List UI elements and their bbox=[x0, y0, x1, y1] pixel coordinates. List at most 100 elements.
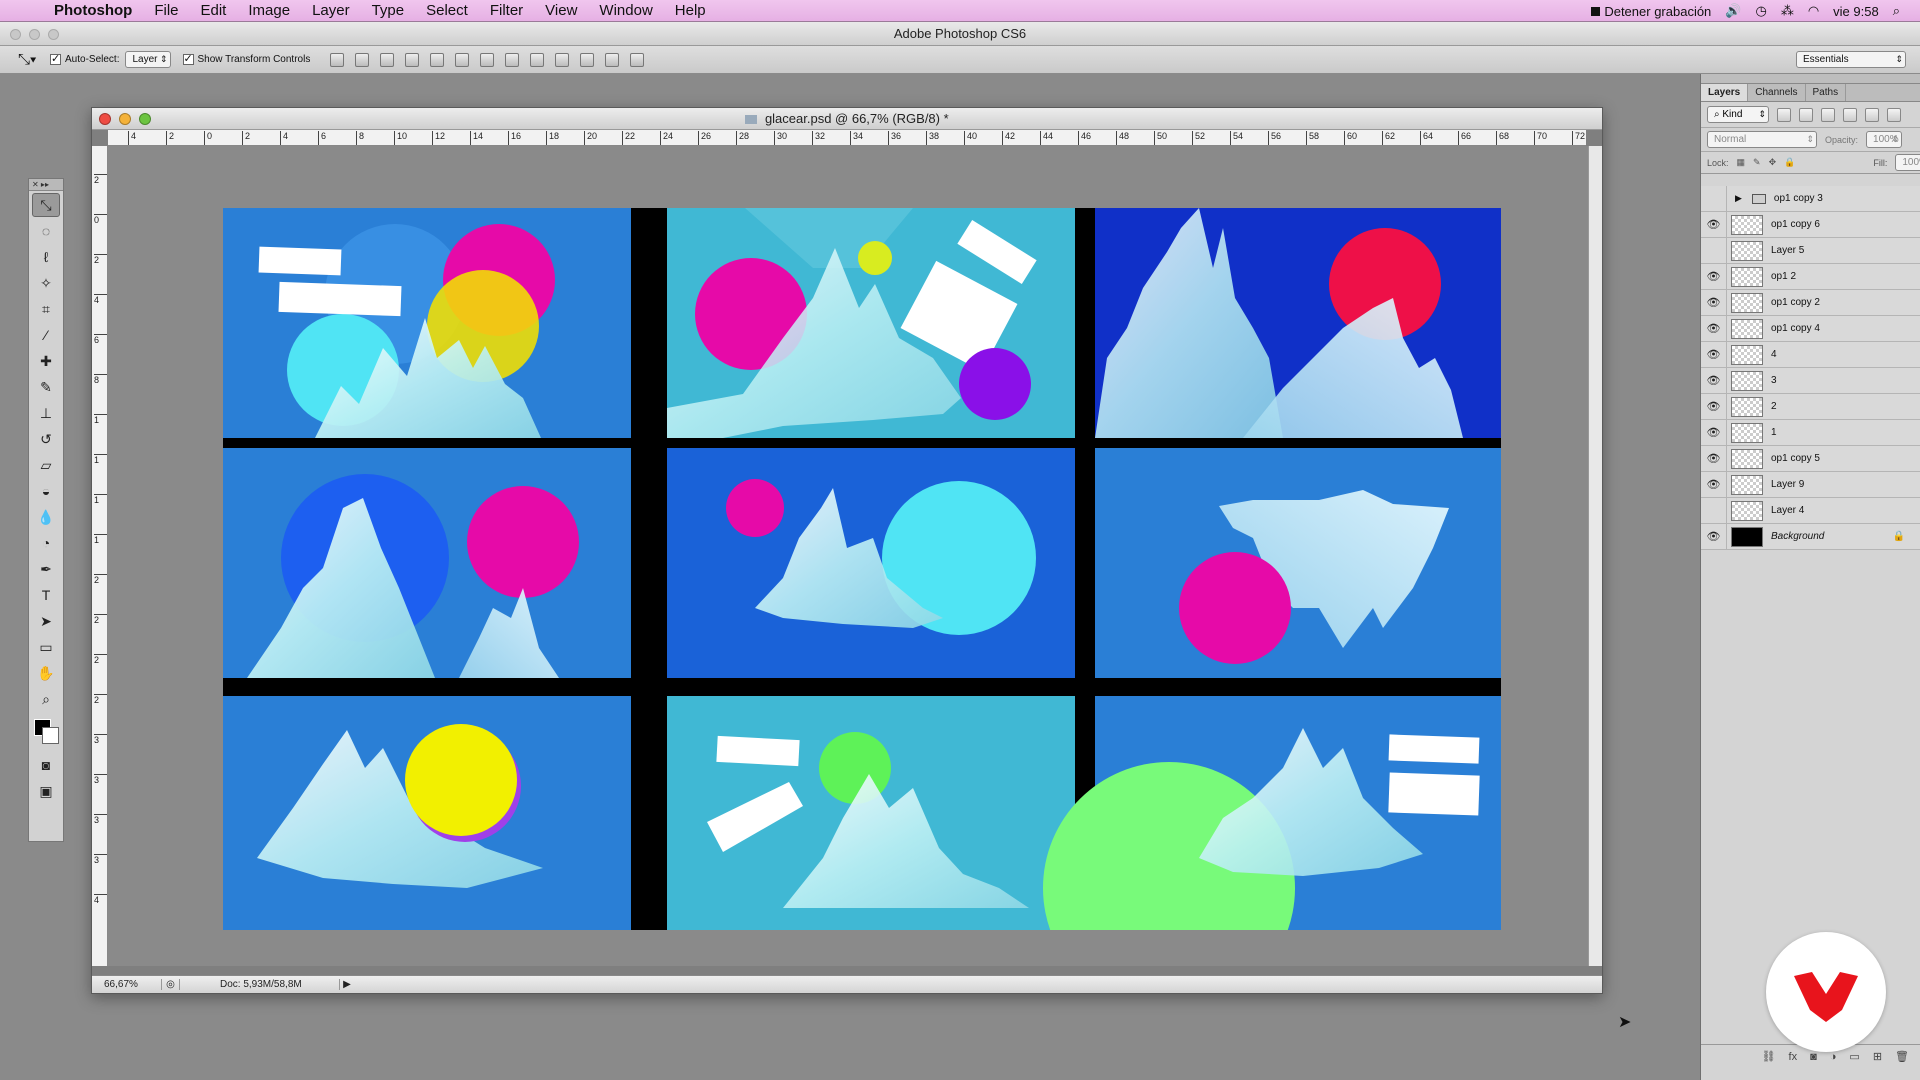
path-selection-tool-icon[interactable]: ➤ bbox=[32, 609, 60, 633]
lasso-tool-icon[interactable]: ℓ bbox=[32, 245, 60, 269]
layer-row[interactable]: 👁 3 bbox=[1701, 367, 1920, 394]
distribute-top-icon[interactable] bbox=[480, 52, 495, 67]
type-tool-icon[interactable]: T bbox=[32, 583, 60, 607]
eraser-tool-icon[interactable]: ▱ bbox=[32, 453, 60, 477]
vertical-ruler[interactable]: 2 0 2 4 6 8 1 1 1 1 2 2 2 2 3 3 3 3 4 bbox=[92, 146, 108, 966]
document-minimize-icon[interactable] bbox=[119, 113, 131, 125]
menu-help[interactable]: Help bbox=[675, 2, 706, 19]
canvas-area[interactable] bbox=[108, 146, 1588, 1014]
layer-row[interactable]: 👁 2 bbox=[1701, 393, 1920, 420]
lock-transparent-icon[interactable]: ▦ bbox=[1737, 157, 1746, 168]
align-hcenter-icon[interactable] bbox=[430, 52, 445, 67]
brush-tool-icon[interactable]: ✎ bbox=[32, 375, 60, 399]
eye-icon[interactable]: 👁 bbox=[1701, 523, 1727, 550]
layer-row[interactable]: 👁 Layer 9 bbox=[1701, 471, 1920, 498]
align-bottom-icon[interactable] bbox=[380, 52, 395, 67]
filter-shape-icon[interactable] bbox=[1843, 107, 1857, 122]
lock-position-icon[interactable]: ✥ bbox=[1769, 157, 1777, 168]
layer-row[interactable]: 👁 op1 2 bbox=[1701, 263, 1920, 290]
align-right-icon[interactable] bbox=[455, 52, 470, 67]
layer-row[interactable]: 👁 op1 copy 4 bbox=[1701, 315, 1920, 342]
menu-file[interactable]: File bbox=[154, 2, 178, 19]
show-transform-option[interactable]: Show Transform Controls bbox=[182, 52, 310, 65]
fill-field[interactable]: 100% bbox=[1895, 154, 1920, 171]
eye-icon[interactable]: 👁 bbox=[1701, 289, 1727, 316]
eye-icon[interactable]: 👁 bbox=[1701, 263, 1727, 290]
layer-style-icon[interactable]: fx bbox=[1789, 1051, 1798, 1063]
tools-panel-header[interactable]: ✕ ▸▸ bbox=[29, 179, 63, 191]
eye-icon[interactable]: 👁 bbox=[1701, 367, 1727, 394]
quick-select-tool-icon[interactable]: ✧ bbox=[32, 271, 60, 295]
filter-toggle-icon[interactable] bbox=[1887, 107, 1901, 122]
eye-icon[interactable]: 👁 bbox=[1701, 315, 1727, 342]
close-window-icon[interactable] bbox=[10, 29, 21, 40]
eye-icon[interactable] bbox=[1701, 497, 1727, 524]
layer-row[interactable]: Layer 5 bbox=[1701, 237, 1920, 264]
menu-filter[interactable]: Filter bbox=[490, 2, 523, 19]
filter-pixel-icon[interactable] bbox=[1777, 107, 1791, 122]
pen-tool-icon[interactable]: ✒ bbox=[32, 557, 60, 581]
move-tool-icon[interactable]: ⤡ bbox=[32, 193, 60, 217]
workspace-dropdown[interactable]: Essentials bbox=[1796, 51, 1906, 68]
zoom-window-icon[interactable] bbox=[48, 29, 59, 40]
eye-icon[interactable]: 👁 bbox=[1701, 471, 1727, 498]
eye-icon[interactable] bbox=[1701, 237, 1727, 264]
eye-icon[interactable]: 👁 bbox=[1701, 211, 1727, 238]
layer-row[interactable]: 👁 op1 copy 6 bbox=[1701, 211, 1920, 238]
zoom-level[interactable]: 66,67% bbox=[92, 979, 162, 990]
layer-row[interactable]: ▶ op1 copy 3 bbox=[1701, 185, 1920, 212]
distribute-bottom-icon[interactable] bbox=[530, 52, 545, 67]
filter-type-icon[interactable] bbox=[1821, 107, 1835, 122]
opacity-field[interactable]: 100% bbox=[1866, 131, 1903, 148]
auto-align-icon[interactable] bbox=[630, 52, 645, 67]
filter-adjustment-icon[interactable] bbox=[1799, 107, 1813, 122]
align-left-icon[interactable] bbox=[405, 52, 420, 67]
spotlight-search-icon[interactable]: ⌕ bbox=[1893, 3, 1900, 19]
menu-window[interactable]: Window bbox=[599, 2, 652, 19]
tab-layers[interactable]: Layers bbox=[1701, 84, 1749, 101]
distribute-vcenter-icon[interactable] bbox=[505, 52, 520, 67]
status-menu-arrow-icon[interactable]: ▶ bbox=[340, 979, 354, 990]
menu-layer[interactable]: Layer bbox=[312, 2, 350, 19]
tab-paths[interactable]: Paths bbox=[1806, 84, 1847, 101]
dock-strip[interactable] bbox=[1701, 74, 1920, 84]
tab-channels[interactable]: Channels bbox=[1748, 84, 1806, 101]
clock[interactable]: vie 9:58 bbox=[1833, 4, 1879, 19]
layer-row[interactable]: 👁 4 bbox=[1701, 341, 1920, 368]
volume-icon[interactable]: 🔊 bbox=[1725, 3, 1741, 19]
zoom-tool-icon[interactable]: ⌕ bbox=[32, 687, 60, 711]
artboard[interactable] bbox=[223, 208, 1501, 1014]
quick-mask-icon[interactable]: ◙ bbox=[32, 753, 60, 777]
expand-group-icon[interactable]: ▶ bbox=[1735, 193, 1742, 204]
distribute-hcenter-icon[interactable] bbox=[580, 52, 595, 67]
align-vcenter-icon[interactable] bbox=[355, 52, 370, 67]
status-settings-icon[interactable]: ◎ bbox=[162, 979, 180, 990]
healing-brush-tool-icon[interactable]: ✚ bbox=[32, 349, 60, 373]
history-brush-tool-icon[interactable]: ↺ bbox=[32, 427, 60, 451]
menu-app[interactable]: Photoshop bbox=[54, 2, 132, 19]
menu-edit[interactable]: Edit bbox=[201, 2, 227, 19]
recording-status[interactable]: Detener grabación bbox=[1591, 4, 1711, 19]
auto-select-dropdown[interactable]: Layer bbox=[125, 51, 171, 68]
eye-icon[interactable]: 👁 bbox=[1701, 341, 1727, 368]
filter-smart-object-icon[interactable] bbox=[1865, 107, 1879, 122]
filter-kind-dropdown[interactable]: ⌕ Kind bbox=[1707, 106, 1769, 123]
time-machine-icon[interactable]: ◷ bbox=[1755, 3, 1766, 19]
show-transform-checkbox[interactable] bbox=[182, 52, 194, 65]
document-zoom-icon[interactable] bbox=[139, 113, 151, 125]
adjustment-layer-icon[interactable]: ◑ bbox=[1830, 1051, 1837, 1063]
blend-mode-dropdown[interactable]: Normal bbox=[1707, 131, 1817, 148]
menu-image[interactable]: Image bbox=[248, 2, 290, 19]
eyedropper-tool-icon[interactable]: ⁄ bbox=[32, 323, 60, 347]
crop-tool-icon[interactable]: ⌗ bbox=[32, 297, 60, 321]
marquee-tool-icon[interactable]: ◌ bbox=[32, 219, 60, 243]
menu-view[interactable]: View bbox=[545, 2, 577, 19]
layer-row[interactable]: 👁 op1 copy 5 bbox=[1701, 445, 1920, 472]
horizontal-ruler[interactable]: 4 2 0 2 4 6 8 10 12 14 16 18 20 22 24 26 28 30 32 34 36 38 40 4… bbox=[108, 130, 1586, 146]
distribute-left-icon[interactable] bbox=[555, 52, 570, 67]
auto-select-option[interactable]: Auto-Select: Layer bbox=[50, 51, 171, 68]
vertical-scrollbar[interactable] bbox=[1588, 146, 1602, 966]
minimize-window-icon[interactable] bbox=[29, 29, 40, 40]
bluetooth-icon[interactable]: ⁂ bbox=[1781, 3, 1794, 19]
menu-select[interactable]: Select bbox=[426, 2, 468, 19]
